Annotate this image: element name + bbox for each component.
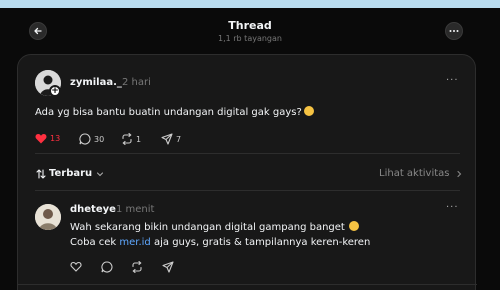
reply-line-2: Coba cek mer.id aja guys, gratis & tampi… <box>70 237 370 248</box>
heart-icon <box>35 134 47 144</box>
divider <box>35 153 460 154</box>
reply-avatar[interactable] <box>35 204 61 230</box>
post-more-button[interactable]: ··· <box>446 75 459 86</box>
repost-button[interactable]: 1 <box>121 133 141 145</box>
reply-text-suffix: aja guys, gratis & tampilannya keren-ker… <box>153 237 371 248</box>
divider <box>35 190 460 191</box>
chevron-down-icon <box>97 171 104 176</box>
heart-outline-icon <box>70 261 82 272</box>
chevron-right-icon <box>456 170 461 177</box>
grin-emoji-icon <box>303 106 314 116</box>
divider <box>18 284 477 285</box>
comment-icon <box>79 133 91 145</box>
reply-text-content: Wah sekarang bikin undangan digital gamp… <box>70 222 345 233</box>
send-icon <box>162 261 174 273</box>
repost-icon <box>122 133 132 145</box>
thread-card: + zymilaa._ 2 hari ··· Ada yg bisa bantu… <box>17 54 477 290</box>
follow-plus-icon[interactable]: + <box>49 85 61 97</box>
reply-share-button[interactable] <box>162 261 177 273</box>
reply-time: 1 menit <box>116 204 155 215</box>
avatar-photo-icon <box>35 204 61 230</box>
sort-label: Terbaru <box>49 168 93 179</box>
send-icon <box>161 133 173 145</box>
more-horizontal-icon <box>449 30 459 32</box>
view-activity-link[interactable]: Lihat aktivitas <box>379 168 463 179</box>
repost-count: 1 <box>136 134 142 144</box>
comment-count: 30 <box>94 134 105 144</box>
browser-top-strip <box>0 0 500 8</box>
post-time: 2 hari <box>122 77 151 88</box>
reply-text-prefix: Coba cek <box>70 237 117 248</box>
post-username[interactable]: zymilaa._ <box>70 77 122 88</box>
share-count: 7 <box>176 134 182 144</box>
more-horizontal-icon: ··· <box>446 202 459 213</box>
header-more-button[interactable] <box>445 22 463 40</box>
reply-repost-button[interactable] <box>131 261 146 273</box>
sort-arrows-icon <box>36 168 46 179</box>
like-button[interactable]: 13 <box>35 133 60 144</box>
sort-dropdown[interactable]: Terbaru <box>36 168 104 179</box>
activity-label: Lihat aktivitas <box>379 168 450 179</box>
post-text: Ada yg bisa bantu buatin undangan digita… <box>35 106 314 118</box>
share-button[interactable]: 7 <box>161 133 181 145</box>
view-count: 1,1 rb tayangan <box>218 34 282 43</box>
repost-icon <box>132 261 142 273</box>
page-title: Thread <box>228 19 272 32</box>
like-count: 13 <box>50 134 61 143</box>
grin-emoji-icon <box>348 221 359 231</box>
reply-more-button[interactable]: ··· <box>446 202 459 213</box>
reply-comment-button[interactable] <box>101 261 116 273</box>
reply-username[interactable]: dheteye <box>70 204 116 215</box>
reply-line-1: Wah sekarang bikin undangan digital gamp… <box>70 221 359 233</box>
reply-like-button[interactable] <box>70 261 85 272</box>
mer-id-link[interactable]: mer.id <box>119 237 150 248</box>
thread-header: Thread 1,1 rb tayangan <box>0 8 500 52</box>
more-horizontal-icon: ··· <box>446 75 459 86</box>
comment-icon <box>101 261 113 273</box>
comment-button[interactable]: 30 <box>79 133 104 145</box>
post-text-content: Ada yg bisa bantu buatin undangan digita… <box>35 107 302 118</box>
